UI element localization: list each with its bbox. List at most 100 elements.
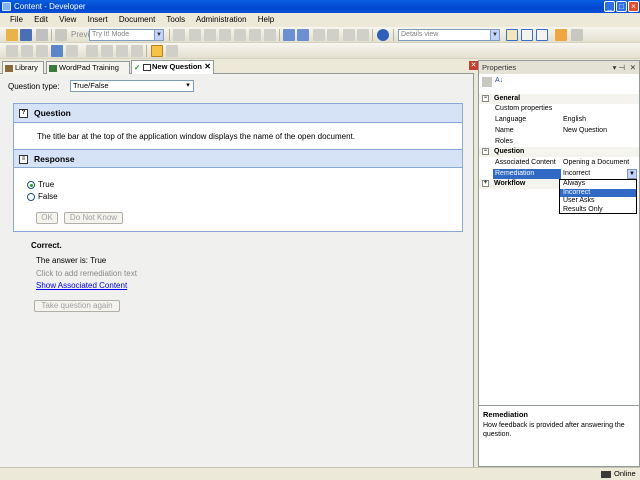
- radio-false[interactable]: [27, 193, 35, 201]
- tab-wordpad-training[interactable]: WordPad Training: [46, 61, 130, 74]
- category-question[interactable]: − Question: [479, 147, 639, 157]
- chevron-down-icon: ▼: [154, 30, 163, 40]
- online-icon: [601, 471, 611, 478]
- tab-library[interactable]: Library: [2, 61, 44, 74]
- mode-combo[interactable]: Try It! Mode ▼: [89, 29, 164, 41]
- option-incorrect[interactable]: Incorrect: [560, 188, 636, 197]
- option-always[interactable]: Always: [560, 180, 636, 189]
- scissors-icon[interactable]: [189, 29, 201, 41]
- cut-icon[interactable]: [173, 29, 185, 41]
- split-view-icon[interactable]: [521, 29, 533, 41]
- status-bar: Online: [0, 467, 640, 480]
- option-true-label: True: [38, 180, 55, 189]
- radio-true[interactable]: [27, 181, 35, 189]
- expand-icon[interactable]: +: [482, 180, 489, 187]
- print-icon[interactable]: [36, 29, 48, 41]
- binoculars-icon[interactable]: [343, 29, 355, 41]
- prop-row[interactable]: Custom properties: [479, 104, 639, 114]
- paste-icon[interactable]: [219, 29, 231, 41]
- tab-new-question[interactable]: ✓ New Question ✕: [131, 60, 214, 75]
- open-icon[interactable]: [6, 29, 18, 41]
- menu-document[interactable]: Document: [119, 15, 155, 24]
- show-associated-content-link[interactable]: Show Associated Content: [36, 281, 127, 290]
- chevron-down-icon[interactable]: ▼: [627, 169, 637, 179]
- menu-help[interactable]: Help: [258, 15, 274, 24]
- menu-file[interactable]: File: [10, 15, 23, 24]
- menu-edit[interactable]: Edit: [34, 15, 48, 24]
- prop-row-remediation[interactable]: Remediation Incorrect ▼: [479, 169, 639, 179]
- close-tab-icon[interactable]: ✕: [204, 61, 211, 73]
- properties-toolbar: A↓: [482, 77, 640, 91]
- undo-icon[interactable]: [283, 29, 295, 41]
- columns-view-icon[interactable]: [536, 29, 548, 41]
- close-icon[interactable]: ✕: [630, 61, 636, 74]
- option-results-only[interactable]: Results Only: [560, 206, 636, 215]
- redo-icon[interactable]: [297, 29, 309, 41]
- categorized-icon[interactable]: [482, 77, 492, 87]
- toolbar-main: Preview Try It! Mode ▼ Details view ▼: [0, 27, 640, 43]
- move-down-icon[interactable]: [101, 45, 113, 57]
- question-mark-icon: ?: [19, 109, 28, 118]
- link-icon[interactable]: [313, 29, 325, 41]
- find-replace-icon[interactable]: [264, 29, 276, 41]
- minimize-button[interactable]: _: [604, 1, 615, 12]
- spell-check-icon[interactable]: [357, 29, 369, 41]
- remediation-placeholder[interactable]: Click to add remediation text: [36, 269, 137, 278]
- close-panel-icon[interactable]: ✕: [469, 61, 478, 70]
- do-not-know-button[interactable]: Do Not Know: [64, 212, 123, 224]
- properties-header: Properties ▾ ⊣ ✕: [479, 61, 639, 74]
- remediation-dropdown: Always Incorrect User Asks Results Only: [559, 179, 637, 214]
- question-icon: [143, 64, 151, 71]
- prop-row[interactable]: Language English: [479, 115, 639, 125]
- outline-icon[interactable]: [6, 45, 18, 57]
- chevron-down-icon: ▼: [490, 30, 499, 40]
- move-left-icon[interactable]: [116, 45, 128, 57]
- category-general[interactable]: − General: [479, 94, 639, 104]
- feedback-result: Correct.: [31, 241, 62, 250]
- book-icon: [5, 65, 13, 72]
- view-combo[interactable]: Details view ▼: [398, 29, 500, 41]
- details-view-icon[interactable]: [506, 29, 518, 41]
- edit-pencil-icon[interactable]: [151, 45, 163, 57]
- move-up-icon[interactable]: [86, 45, 98, 57]
- menu-bar: File Edit View Insert Document Tools Adm…: [0, 13, 640, 27]
- ok-button[interactable]: OK: [36, 212, 58, 224]
- prop-row[interactable]: Roles: [479, 137, 639, 147]
- image-icon[interactable]: [51, 45, 63, 57]
- add-item-icon[interactable]: [21, 45, 33, 57]
- copy-icon[interactable]: [204, 29, 216, 41]
- find-icon[interactable]: [249, 29, 261, 41]
- checkmark-icon: ✓: [134, 63, 141, 72]
- preview-icon[interactable]: [55, 29, 67, 41]
- properties-view-icon[interactable]: [555, 29, 567, 41]
- title-bar: Content - Developer _ □ ×: [0, 0, 640, 13]
- save-icon[interactable]: [20, 29, 32, 41]
- prop-row[interactable]: Associated Content Opening a Document: [479, 158, 639, 168]
- pin-icon[interactable]: ▾ ⊣: [613, 61, 625, 74]
- take-question-again-button[interactable]: Take question again: [34, 300, 120, 312]
- refresh-icon[interactable]: [571, 29, 583, 41]
- close-button[interactable]: ×: [628, 1, 639, 12]
- question-text[interactable]: The title bar at the top of the applicat…: [37, 132, 355, 141]
- menu-tools[interactable]: Tools: [166, 15, 185, 24]
- record-icon[interactable]: [36, 45, 48, 57]
- maximize-button[interactable]: □: [616, 1, 627, 12]
- toolbar-secondary: [0, 43, 640, 59]
- help-icon[interactable]: [377, 29, 389, 41]
- prop-row[interactable]: Name New Question: [479, 126, 639, 136]
- option-user-asks[interactable]: User Asks: [560, 197, 636, 206]
- sort-alpha-icon[interactable]: A↓: [495, 77, 503, 84]
- collapse-icon[interactable]: −: [482, 148, 489, 155]
- menu-view[interactable]: View: [59, 15, 76, 24]
- question-type-select[interactable]: True/False ▾: [70, 80, 194, 92]
- menu-insert[interactable]: Insert: [88, 15, 108, 24]
- question-type-label: Question type:: [8, 82, 60, 91]
- unlink-icon[interactable]: [327, 29, 339, 41]
- collapse-icon[interactable]: −: [482, 95, 489, 102]
- question-section-header: ? Question: [14, 104, 462, 123]
- delete-icon[interactable]: [234, 29, 246, 41]
- move-right-icon[interactable]: [131, 45, 143, 57]
- frame-icon[interactable]: [66, 45, 78, 57]
- menu-administration[interactable]: Administration: [196, 15, 247, 24]
- check-icon[interactable]: [166, 45, 178, 57]
